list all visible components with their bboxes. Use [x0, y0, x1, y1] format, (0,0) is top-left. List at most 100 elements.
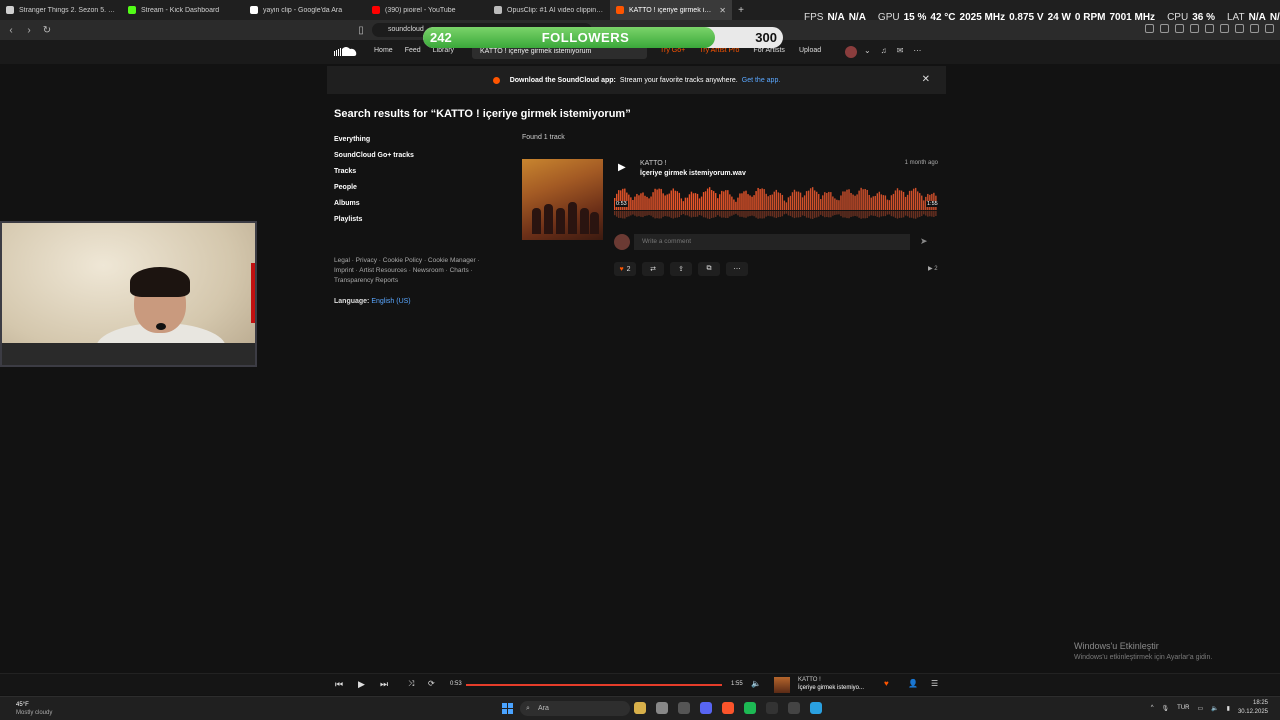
- forward-icon[interactable]: ›: [22, 25, 36, 36]
- weather-widget[interactable]: 45°F Mostly cloudy: [16, 701, 52, 717]
- waveform-bar: [710, 190, 713, 210]
- back-icon[interactable]: ‹: [4, 25, 18, 36]
- browser-tab[interactable]: Stream - Kick Dashboard: [122, 0, 244, 20]
- chevron-up-icon[interactable]: ^: [1151, 705, 1154, 711]
- app-icon[interactable]: [766, 702, 778, 714]
- volume-icon[interactable]: 🔈: [751, 679, 761, 688]
- network-icon[interactable]: ▭: [1198, 705, 1204, 712]
- repost-button[interactable]: ⇄: [642, 262, 664, 276]
- app-icon[interactable]: [678, 702, 690, 714]
- comment-input[interactable]: Write a comment: [634, 234, 910, 250]
- repeat-icon[interactable]: ⟳: [428, 679, 435, 688]
- track-artist[interactable]: KATTO !: [640, 160, 667, 167]
- extension-icon[interactable]: [1145, 24, 1154, 33]
- close-icon[interactable]: ✕: [922, 74, 930, 85]
- waveform-bar: [801, 197, 804, 210]
- browser-tab[interactable]: KATTO ! içeriye girmek istemiyorum ✕: [610, 0, 732, 20]
- filter-item[interactable]: People: [334, 184, 414, 200]
- browser-tab[interactable]: yayin clip - Google'da Ara: [244, 0, 366, 20]
- waveform-bar: [921, 195, 923, 210]
- app-icon[interactable]: [656, 702, 668, 714]
- extension-icon[interactable]: [1205, 24, 1214, 33]
- waveform-bar: [836, 199, 838, 210]
- waveform-bar: [834, 198, 836, 210]
- discord-icon[interactable]: [700, 702, 712, 714]
- get-app-link[interactable]: Get the app.: [742, 77, 781, 84]
- mail-icon[interactable]: ✉: [897, 46, 904, 55]
- for-artists-link[interactable]: For Artists: [753, 47, 785, 54]
- bookmark-icon[interactable]: ▯: [354, 25, 368, 36]
- language-value[interactable]: English (US): [371, 298, 410, 305]
- file-explorer-icon[interactable]: [634, 702, 646, 714]
- heart-icon[interactable]: ♥: [884, 679, 889, 688]
- extension-icon[interactable]: [1250, 24, 1259, 33]
- track-title[interactable]: İçeriye girmek istemiyorum.wav: [640, 170, 746, 177]
- battery-icon[interactable]: ▮: [1227, 705, 1230, 712]
- footer-links[interactable]: Legal · Privacy · Cookie Policy · Cookie…: [334, 256, 494, 286]
- browser-tab[interactable]: (390) pioirel - YouTube: [366, 0, 488, 20]
- chevron-down-icon[interactable]: ⌄: [864, 46, 871, 55]
- previous-icon[interactable]: ⏮: [335, 679, 343, 690]
- next-icon[interactable]: ⏭: [380, 679, 388, 690]
- nav-item-library[interactable]: Library: [433, 47, 454, 54]
- microphone-icon[interactable]: 🎙: [1162, 705, 1170, 712]
- obs-icon[interactable]: [788, 702, 800, 714]
- nav-item-home[interactable]: Home: [374, 47, 393, 54]
- filter-item[interactable]: Playlists: [334, 216, 414, 232]
- nav-item-feed[interactable]: Feed: [405, 47, 421, 54]
- shuffle-icon[interactable]: ⤨: [408, 679, 414, 689]
- extension-icon[interactable]: [1190, 24, 1199, 33]
- extension-icon[interactable]: [1160, 24, 1169, 33]
- bell-icon[interactable]: ♫: [881, 46, 887, 55]
- clock[interactable]: 18:25 30.12.2025: [1238, 699, 1268, 717]
- more-icon[interactable]: ⋯: [913, 46, 921, 55]
- like-button[interactable]: ♥ 2: [614, 262, 636, 276]
- play-icon[interactable]: ▶: [358, 679, 365, 690]
- extension-icon[interactable]: [1265, 24, 1274, 33]
- try-go-link[interactable]: Try Go+: [660, 47, 685, 54]
- close-icon[interactable]: ✕: [719, 6, 726, 15]
- follow-icon[interactable]: 👤: [908, 679, 918, 688]
- play-icon[interactable]: ▶: [618, 162, 632, 176]
- player-progress-bar[interactable]: [466, 684, 722, 686]
- new-tab-button[interactable]: +: [732, 5, 750, 16]
- share-button[interactable]: ⇪: [670, 262, 692, 276]
- user-avatar[interactable]: [845, 46, 857, 58]
- waveform-bar: [842, 191, 844, 210]
- brave-icon[interactable]: [722, 702, 734, 714]
- player-title[interactable]: İçeriye girmek istemiyo...: [798, 685, 864, 691]
- waveform-bar: [892, 193, 895, 210]
- waveform-reflection: [723, 211, 725, 218]
- copy-link-button[interactable]: ⧉: [698, 262, 720, 276]
- send-icon[interactable]: ➤: [920, 236, 928, 247]
- extension-icon[interactable]: [1220, 24, 1229, 33]
- filter-item[interactable]: Tracks: [334, 168, 414, 184]
- soundcloud-logo-icon[interactable]: [334, 46, 358, 57]
- app-icon[interactable]: [744, 702, 756, 714]
- filter-item[interactable]: Albums: [334, 200, 414, 216]
- waveform-bar: [773, 191, 775, 210]
- keyboard-language[interactable]: TUR: [1177, 705, 1189, 711]
- player-artwork[interactable]: [774, 677, 790, 693]
- waveform-bar: [723, 191, 725, 210]
- extension-icon[interactable]: [1235, 24, 1244, 33]
- windows-start-icon[interactable]: [502, 703, 513, 714]
- upload-link[interactable]: Upload: [799, 47, 821, 54]
- app-icon[interactable]: [810, 702, 822, 714]
- volume-icon[interactable]: 🔈: [1211, 705, 1218, 712]
- reload-icon[interactable]: ↻: [40, 25, 54, 36]
- filter-item[interactable]: Everything: [334, 136, 414, 152]
- waveform-reflection: [620, 211, 622, 218]
- try-artist-pro-link[interactable]: Try Artist Pro: [699, 47, 739, 54]
- filter-item[interactable]: SoundCloud Go+ tracks: [334, 152, 414, 168]
- player-artist[interactable]: KATTO !: [798, 677, 821, 683]
- waveform[interactable]: [614, 186, 938, 222]
- browser-tab[interactable]: OpusClip: #1 AI video clipping and e: [488, 0, 610, 20]
- waveform-bar: [850, 192, 852, 210]
- more-button[interactable]: ⋯: [726, 262, 748, 276]
- queue-icon[interactable]: ☰: [931, 679, 938, 688]
- browser-tab[interactable]: Stranger Things 2. Sezon 5. Bölüm iz: [0, 0, 122, 20]
- track-artwork[interactable]: [522, 159, 603, 240]
- extension-icon[interactable]: [1175, 24, 1184, 33]
- taskbar-search[interactable]: ⌕ Ara: [520, 701, 630, 716]
